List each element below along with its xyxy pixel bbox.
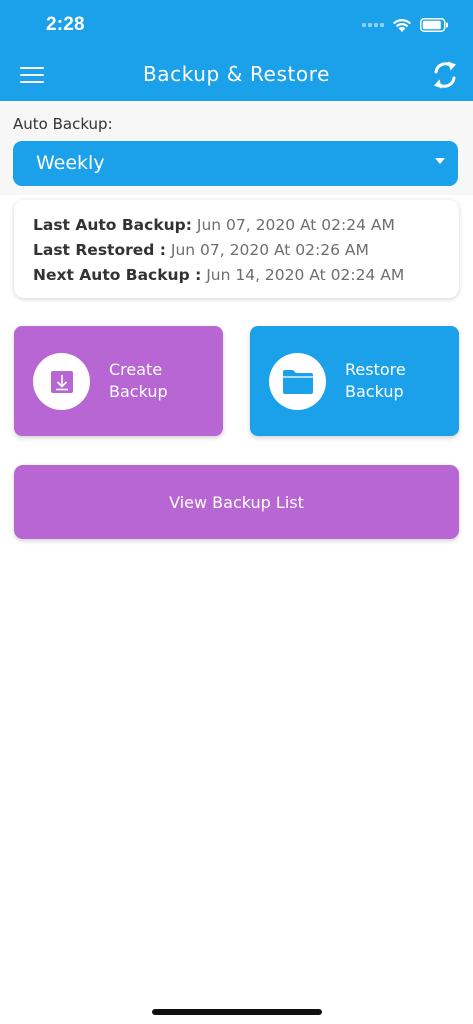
label-line: Backup	[109, 382, 168, 401]
status-time: 2:28	[46, 14, 85, 35]
label-line: Restore	[345, 360, 406, 379]
wifi-icon	[393, 18, 411, 32]
create-backup-label: Create Backup	[109, 359, 209, 403]
download-icon	[50, 370, 73, 393]
restore-backup-button[interactable]: Restore Backup	[250, 326, 459, 436]
folder-icon	[282, 369, 313, 394]
info-key: Next Auto Backup :	[33, 266, 202, 284]
page-title: Backup & Restore	[142, 62, 331, 86]
app-header: 2:28 Backup & Restore	[0, 0, 473, 101]
info-value: Jun 07, 2020 At 02:26 AM	[165, 241, 369, 259]
view-backup-list-button[interactable]: View Backup List	[14, 465, 459, 539]
status-icons	[362, 15, 449, 35]
home-indicator[interactable]	[152, 1009, 322, 1015]
restore-backup-label: Restore Backup	[345, 359, 445, 403]
create-backup-button[interactable]: Create Backup	[14, 326, 223, 436]
info-value: Jun 07, 2020 At 02:24 AM	[191, 216, 395, 234]
view-backup-list-label: View Backup List	[169, 492, 304, 512]
sync-icon[interactable]	[431, 60, 459, 90]
next-auto-backup-row: Next Auto Backup : Jun 14, 2020 At 02:24…	[33, 263, 441, 288]
label-line: Backup	[345, 382, 404, 401]
label-line: Create	[109, 360, 163, 379]
caret-down-icon	[435, 158, 445, 164]
auto-backup-label: Auto Backup:	[13, 115, 113, 133]
info-value: Jun 14, 2020 At 02:24 AM	[201, 266, 405, 284]
restore-backup-icon-circle	[269, 353, 326, 410]
last-restored-row: Last Restored : Jun 07, 2020 At 02:26 AM	[33, 238, 441, 263]
dropdown-value: Weekly	[36, 152, 105, 174]
signal-icon	[362, 23, 384, 27]
info-key: Last Restored :	[33, 241, 166, 259]
backup-info-card: Last Auto Backup: Jun 07, 2020 At 02:24 …	[14, 200, 459, 298]
info-key: Last Auto Backup:	[33, 216, 192, 234]
auto-backup-dropdown[interactable]: Weekly	[13, 141, 458, 186]
battery-icon	[420, 18, 448, 32]
last-auto-backup-row: Last Auto Backup: Jun 07, 2020 At 02:24 …	[33, 213, 441, 238]
create-backup-icon-circle	[33, 353, 90, 410]
